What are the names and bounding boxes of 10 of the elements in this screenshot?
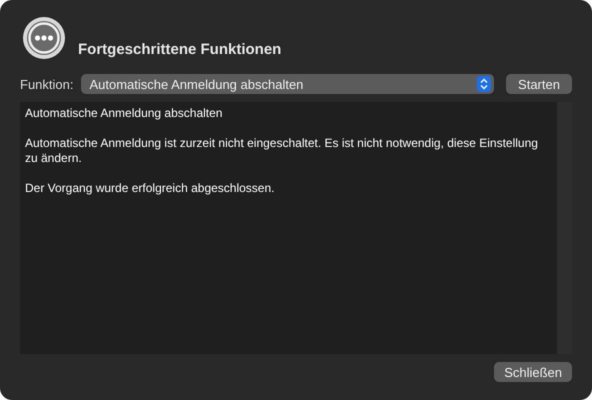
log-text: Automatische Anmeldung abschalten — [25, 106, 224, 121]
window-title: Fortgeschrittene Funktionen — [78, 41, 282, 58]
stepper-icon — [477, 76, 491, 92]
log-text: Automatische Anmeldung ist zurzeit nicht eingeschaltet. Es ist nicht notwendig, diese Einstellung zu ändern. — [25, 136, 539, 166]
close-button[interactable]: Schließen — [494, 362, 572, 382]
more-icon — [22, 16, 66, 60]
log-text: Der Vorgang wurde erfolgreich abgeschlossen. — [25, 181, 276, 196]
function-dropdown[interactable]: Automatische Anmeldung abschalten — [81, 74, 494, 94]
function-label: Funktion: — [20, 76, 74, 92]
start-button[interactable]: Starten — [506, 74, 572, 94]
